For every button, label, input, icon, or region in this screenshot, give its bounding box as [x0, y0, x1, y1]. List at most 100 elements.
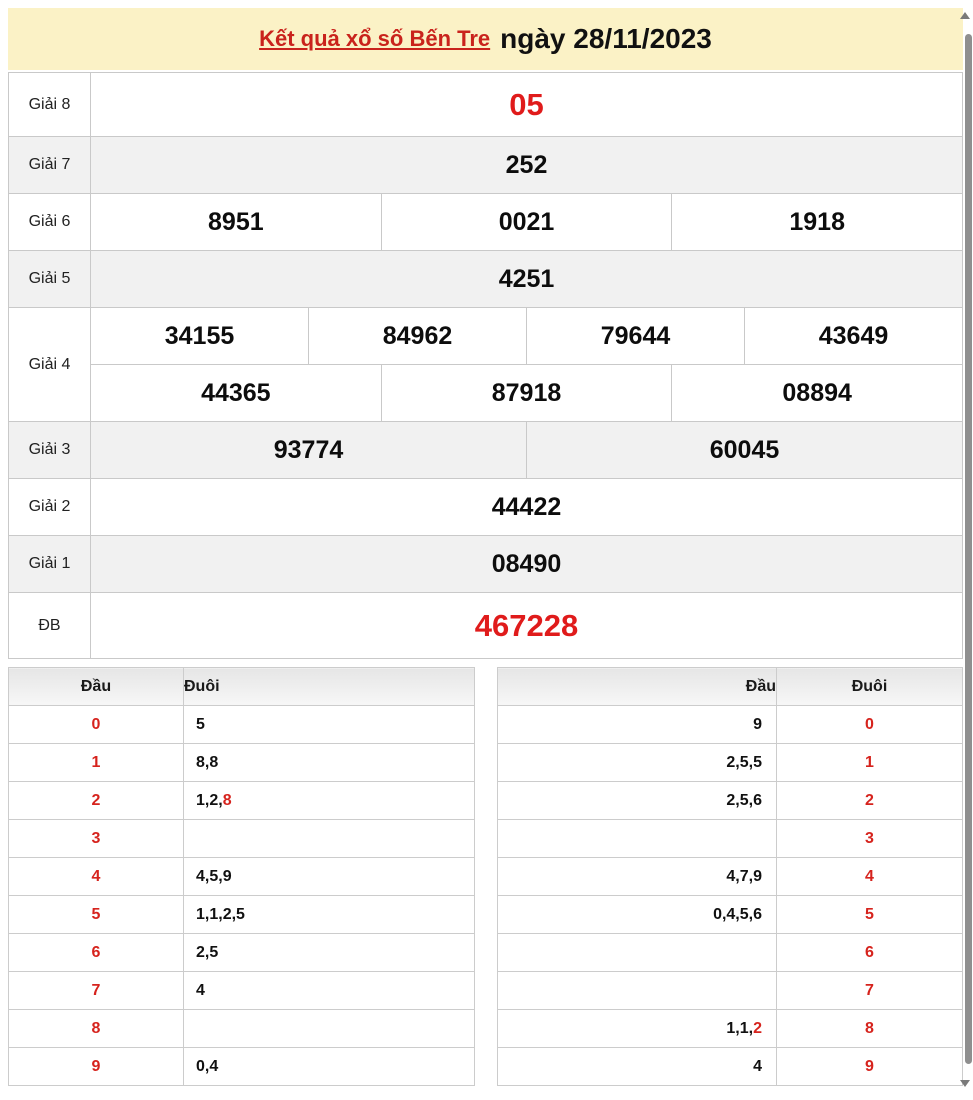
scrollbar-thumb[interactable]	[965, 34, 972, 1064]
prize-number: 84962	[308, 308, 526, 364]
dau-values-plain: 9	[753, 716, 762, 733]
stats-row: 2,5,62	[498, 782, 963, 820]
dau-digit: 2	[9, 782, 184, 820]
stats-section: Đầu Đuôi 05 18,8 21,2,8 3 44,5,9 51,1,2,…	[8, 667, 963, 1086]
dau-values-plain: 4	[753, 1058, 762, 1075]
stats-row: 49	[498, 1048, 963, 1086]
dau-values: 2,5,5	[498, 744, 777, 782]
prize-number: 08490	[91, 536, 962, 592]
duoi-values-plain: 1,2,	[196, 792, 223, 809]
scroll-up-arrow-icon[interactable]	[960, 12, 970, 19]
dau-digit: 5	[9, 896, 184, 934]
stats-row: 4,7,94	[498, 858, 963, 896]
prize-number: 43649	[744, 308, 962, 364]
duoi-values-plain: 8,8	[196, 754, 218, 771]
stats-row: 2,5,5 1	[498, 744, 963, 782]
prize-number: 0021	[381, 194, 672, 250]
stats-row: 7	[498, 972, 963, 1010]
prize-row-dac-biet: ĐB 467228	[9, 592, 962, 658]
scrollbar-track[interactable]	[963, 0, 973, 1100]
prize-row-giai-4: Giải 4 34155 84962 79644 43649 44365 879…	[9, 307, 962, 421]
duoi-digit: 0	[777, 706, 963, 744]
duoi-values: 5	[184, 706, 475, 744]
results-table: Giải 8 05 Giải 7 252 Giải 6 8951 0021 19…	[8, 72, 963, 659]
stats-table-dau: Đầu Đuôi 05 18,8 21,2,8 3 44,5,9 51,1,2,…	[8, 667, 475, 1086]
duoi-digit: 8	[777, 1010, 963, 1048]
duoi-digit: 3	[777, 820, 963, 858]
dau-digit: 4	[9, 858, 184, 896]
prize-number: 05	[91, 73, 962, 136]
duoi-values: 2,5	[184, 934, 475, 972]
prize-number: 1918	[671, 194, 962, 250]
prize-label: ĐB	[9, 593, 91, 658]
prize-number: 44365	[91, 365, 381, 421]
dau-values: 4,7,9	[498, 858, 777, 896]
duoi-digit: 1	[777, 744, 963, 782]
duoi-digit: 2	[777, 782, 963, 820]
dau-digit: 3	[9, 820, 184, 858]
stats-row: 6	[498, 934, 963, 972]
duoi-values: 1,2,8	[184, 782, 475, 820]
dau-values	[498, 820, 777, 858]
dau-values: 2,5,6	[498, 782, 777, 820]
dau-values: 9	[498, 706, 777, 744]
prize-row-giai-3: Giải 3 93774 60045	[9, 421, 962, 478]
stats-row: 90,4	[9, 1048, 475, 1086]
prize-number: 60045	[526, 422, 962, 478]
stats-row: 90	[498, 706, 963, 744]
duoi-values	[184, 1010, 475, 1048]
stats-header-row: Đầu Đuôi	[9, 668, 475, 706]
prize-number: 34155	[91, 308, 308, 364]
dau-values	[498, 934, 777, 972]
duoi-values-plain: 4,5,9	[196, 868, 232, 885]
stats-row: 8	[9, 1010, 475, 1048]
duoi-values	[184, 820, 475, 858]
prize-number: 08894	[671, 365, 962, 421]
dau-values-plain: 4,7,9	[726, 868, 762, 885]
stats-row: 21,2,8	[9, 782, 475, 820]
stats-row: 74	[9, 972, 475, 1010]
dau-values-plain: 2,5,5	[726, 754, 762, 771]
dau-digit: 8	[9, 1010, 184, 1048]
dau-digit: 1	[9, 744, 184, 782]
prize-number: 4251	[91, 251, 962, 307]
page-header: Kết quả xổ số Bến Tre ngày 28/11/2023	[8, 8, 963, 72]
prize-row-giai-8: Giải 8 05	[9, 73, 962, 136]
stats-row: 5 1,1,2,5	[9, 896, 475, 934]
dau-values: 1,1,2	[498, 1010, 777, 1048]
duoi-values-plain: 5	[196, 716, 205, 733]
scroll-down-arrow-icon[interactable]	[960, 1080, 970, 1087]
duoi-header: Đuôi	[777, 668, 963, 706]
duoi-digit: 7	[777, 972, 963, 1010]
prize-number: 44422	[91, 479, 962, 535]
stats-header-row: Đầu Đuôi	[498, 668, 963, 706]
duoi-values-red: 8	[223, 792, 232, 809]
prize-label: Giải 3	[9, 422, 91, 478]
prize-number: 252	[91, 137, 962, 193]
dau-digit: 6	[9, 934, 184, 972]
dau-values	[498, 972, 777, 1010]
duoi-values: 4,5,9	[184, 858, 475, 896]
duoi-values: 4	[184, 972, 475, 1010]
duoi-digit: 9	[777, 1048, 963, 1086]
duoi-values-plain: 1,1,2,5	[196, 906, 245, 923]
stats-row: 62,5	[9, 934, 475, 972]
duoi-header: Đuôi	[184, 668, 475, 706]
duoi-values-plain: 2,5	[196, 944, 218, 961]
prize-row-giai-1: Giải 1 08490	[9, 535, 962, 592]
prize-label: Giải 8	[9, 73, 91, 136]
dau-digit: 7	[9, 972, 184, 1010]
title-link[interactable]: Kết quả xổ số Bến Tre	[259, 26, 490, 52]
duoi-values: 8,8	[184, 744, 475, 782]
prize-label: Giải 2	[9, 479, 91, 535]
prize-number: 87918	[381, 365, 672, 421]
stats-row: 3	[498, 820, 963, 858]
dau-digit: 9	[9, 1048, 184, 1086]
duoi-values: 0,4	[184, 1048, 475, 1086]
prize-label: Giải 1	[9, 536, 91, 592]
prize-row-giai-6: Giải 6 8951 0021 1918	[9, 193, 962, 250]
stats-row: 05	[9, 706, 475, 744]
prize-number: 79644	[526, 308, 744, 364]
stats-row: 3	[9, 820, 475, 858]
duoi-values: 1,1,2,5	[184, 896, 475, 934]
